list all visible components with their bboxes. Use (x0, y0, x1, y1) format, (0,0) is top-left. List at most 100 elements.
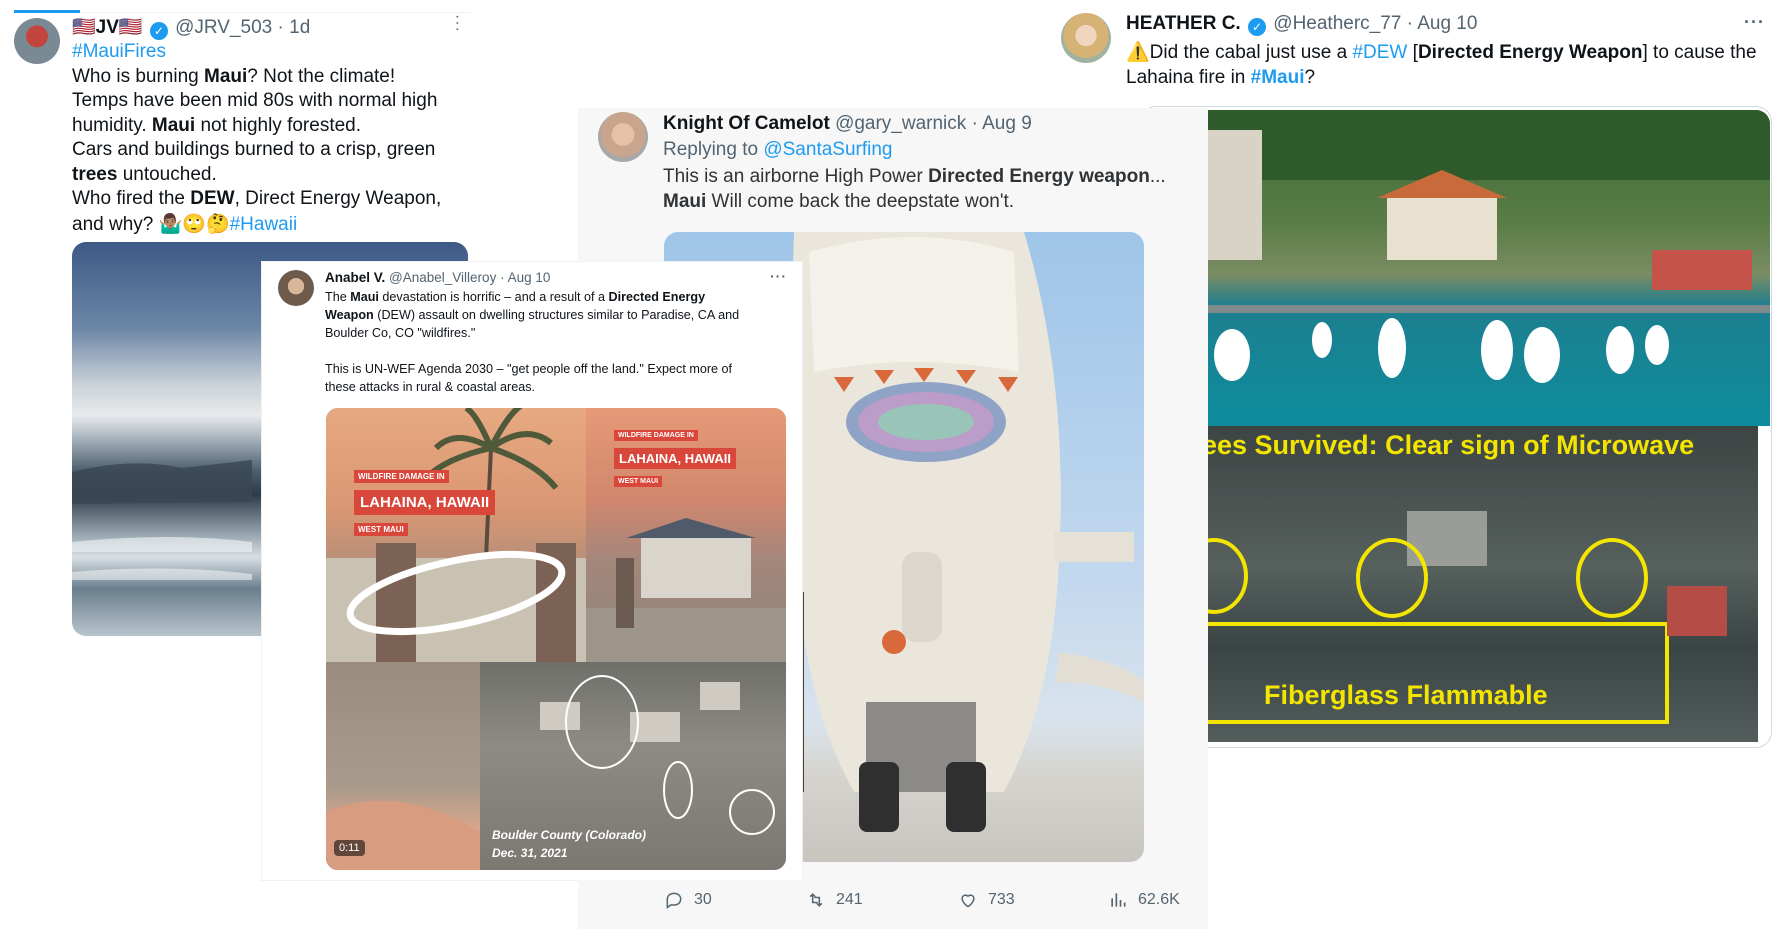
reply-count: 30 (694, 891, 712, 908)
tweet-video-collage[interactable]: WILDFIRE DAMAGE IN LAHAINA, HAWAII WEST … (326, 408, 786, 870)
views-button[interactable]: 62.6K (1108, 890, 1180, 910)
tweet-header: Knight Of Camelot @gary_warnick · Aug 9 (663, 113, 1032, 135)
text-line: This is UN-WEF Agenda 2030 – "get people… (325, 362, 733, 376)
house-graphic (586, 518, 786, 662)
verified-badge-icon: ✓ (149, 22, 168, 40)
tweet-header: 🇺🇸JV🇺🇸 ✓ @JRV_503 · 1d (72, 15, 310, 40)
more-options-icon[interactable]: ··· (770, 268, 787, 284)
text-bold: Directed Energy weapon (928, 166, 1150, 187)
tweet-text: This is an airborne High Power Directed … (663, 165, 1166, 214)
text-line: Cars and buildings burned to a crisp, gr… (72, 139, 436, 160)
user-handle[interactable]: @gary_warnick (835, 113, 966, 134)
emoji-group: 🤷🏽‍♂️🙄🤔 (158, 212, 230, 235)
timestamp[interactable]: · Aug 10 (500, 270, 550, 285)
collage-panel-lahaina-1: WILDFIRE DAMAGE IN LAHAINA, HAWAII WEST … (326, 408, 586, 662)
caption-date: Dec. 31, 2021 (492, 846, 568, 860)
timestamp[interactable]: · Aug 10 (1407, 13, 1478, 34)
text-span: ... (1149, 166, 1166, 187)
reply-icon (666, 892, 682, 909)
display-name[interactable]: Knight Of Camelot (663, 113, 830, 134)
tweet-header: Anabel V. @Anabel_Villeroy · Aug 10 (325, 270, 550, 285)
avatar[interactable] (14, 18, 60, 64)
replying-label: Replying to (663, 139, 764, 160)
reply-button[interactable]: 30 (664, 890, 712, 910)
text-span: ? Not the climate! (247, 65, 396, 87)
text-bold: DEW (190, 188, 235, 209)
display-name[interactable]: HEATHER C. (1126, 13, 1241, 34)
text-span: untouched. (117, 163, 217, 185)
hashtag-dew[interactable]: #DEW (1352, 42, 1407, 63)
timestamp[interactable]: · Aug 9 (972, 113, 1032, 134)
tweet-text: The Maui devastation is horrific – and a… (325, 288, 795, 396)
user-handle[interactable]: @JRV_503 (175, 17, 272, 38)
overlay-label-main: LAHAINA, HAWAII (614, 448, 736, 469)
text-bold: Maui (204, 65, 248, 87)
text-span: humidity. (72, 114, 152, 136)
text-span: Will come back the deepstate won't. (706, 190, 1015, 212)
active-tab-indicator (14, 10, 80, 13)
divider (80, 12, 470, 13)
overlay-label-top: WILDFIRE DAMAGE IN (354, 470, 449, 483)
text-span: This is an airborne High Power (663, 166, 929, 187)
text-bold: Weapon (325, 308, 374, 322)
like-button[interactable]: 733 (958, 890, 1015, 910)
text-bold: Directed Energy Weapon (1417, 42, 1643, 63)
avatar[interactable] (1061, 13, 1111, 63)
text-span: , Direct Energy Weapon, (234, 188, 442, 209)
collage-panel-boulder: Boulder County (Colorado) Dec. 31, 2021 (480, 662, 786, 870)
tweet-image-burned-aerial[interactable]: ees Survived: Clear sign of Microwave Fi… (1202, 426, 1758, 742)
user-handle[interactable]: @Anabel_Villeroy (389, 270, 496, 285)
text-span: not highly forested. (195, 114, 362, 136)
retweet-count: 241 (836, 891, 863, 908)
avatar[interactable] (278, 270, 314, 306)
tweet-image-harbor[interactable] (1202, 110, 1770, 426)
avatar[interactable] (598, 112, 648, 162)
text-line: Boulder Co, CO "wildfires." (325, 326, 476, 340)
hand-graphic (326, 800, 480, 870)
user-handle[interactable]: @Heatherc_77 (1273, 13, 1401, 34)
overlay-label-main: LAHAINA, HAWAII (354, 490, 496, 515)
warning-icon: ⚠️ (1126, 41, 1150, 63)
timestamp[interactable]: · 1d (278, 17, 311, 38)
replying-handle-link[interactable]: @SantaSurfing (763, 139, 892, 160)
annotation-box-label: Fiberglass Flammable (1264, 680, 1548, 710)
text-span: Did the cabal just use a (1149, 42, 1353, 63)
display-name[interactable]: 🇺🇸JV🇺🇸 (72, 17, 143, 38)
text-span: ] to cause the (1642, 42, 1757, 63)
hashtag-maui[interactable]: #Maui (1251, 67, 1305, 88)
text-bold: trees (72, 163, 118, 185)
text-bold: Maui (151, 114, 196, 136)
caption-place: Boulder County (Colorado) (492, 828, 646, 842)
like-count: 733 (988, 891, 1015, 908)
views-icon (1111, 893, 1126, 907)
text-span: and why? (72, 213, 159, 235)
text-span: devastation is horrific – and a result o… (378, 290, 609, 304)
video-duration-badge: 0:11 (334, 840, 365, 856)
retweet-icon (809, 893, 823, 907)
more-options-icon[interactable]: ··· (448, 14, 466, 33)
like-icon (961, 894, 975, 908)
tweet-card-anabel[interactable]: Anabel V. @Anabel_Villeroy · Aug 10 ··· … (262, 262, 802, 880)
collage-panel-lahaina-2: WILDFIRE DAMAGE IN LAHAINA, HAWAII WEST … (586, 408, 786, 662)
collage-panel-street (326, 662, 480, 870)
text-span: Lahaina fire in (1126, 66, 1251, 88)
overlay-label-sub: WEST MAUI (614, 476, 663, 487)
harbor-graphic (1202, 110, 1770, 383)
text-span: (DEW) assault on dwelling structures sim… (373, 308, 740, 322)
replying-to: Replying to @SantaSurfing (663, 139, 892, 161)
more-options-icon[interactable]: ··· (1744, 12, 1765, 33)
text-bold: Directed Energy (608, 290, 706, 304)
overlay-label-sub: WEST MAUI (354, 523, 408, 536)
verified-badge-icon: ✓ (1248, 18, 1266, 36)
hashtag-hawaii[interactable]: #Hawaii (230, 214, 298, 235)
text-span: Who fired the (72, 188, 191, 209)
hashtag-mauifires[interactable]: #MauiFires (72, 41, 166, 62)
text-line: Temps have been mid 80s with normal high (72, 90, 438, 111)
retweet-button[interactable]: 241 (806, 890, 863, 910)
text-bold: Maui (350, 290, 379, 304)
tweet-header: HEATHER C. ✓ @Heatherc_77 · Aug 10 (1126, 13, 1477, 36)
overlay-label-top: WILDFIRE DAMAGE IN (614, 430, 698, 441)
text-span: [ (1407, 42, 1418, 63)
display-name[interactable]: Anabel V. (325, 270, 385, 285)
text-bold: Maui (663, 190, 707, 212)
